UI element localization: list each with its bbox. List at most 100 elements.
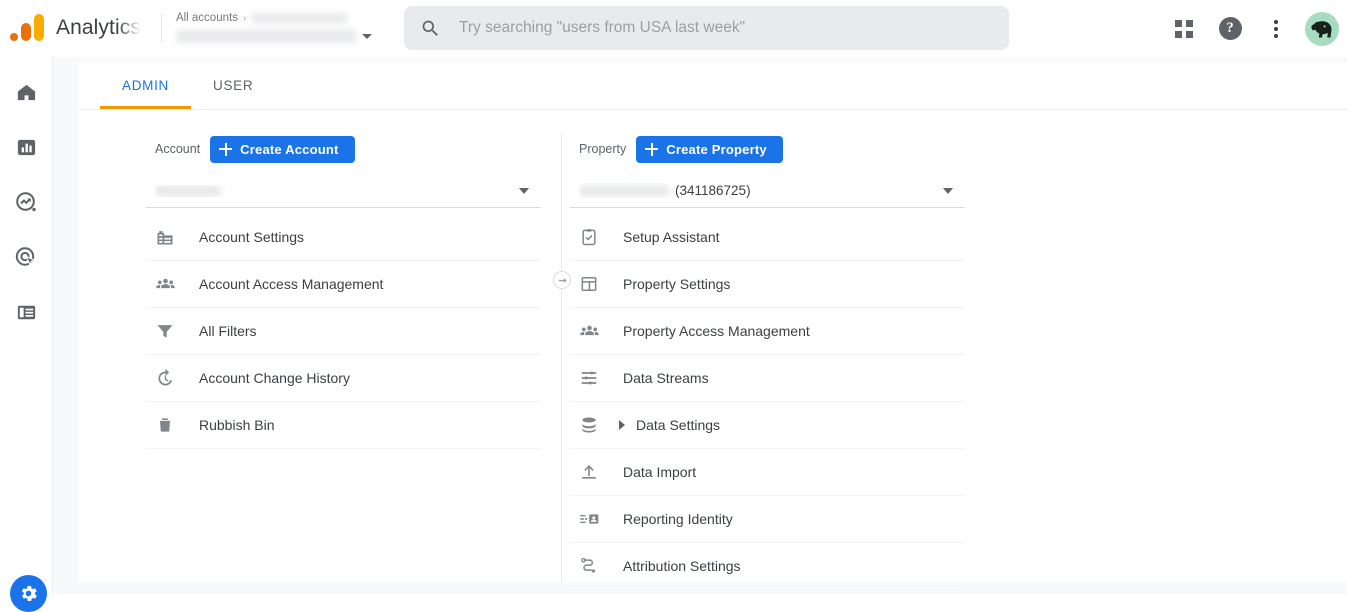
sidebar-item-home[interactable] [11,77,41,107]
menu-label: All Filters [199,323,257,339]
property-menu: Setup Assistant Property Settings [570,214,965,590]
chevron-down-icon[interactable] [362,34,372,39]
attribution-path-icon [579,554,605,578]
menu-label: Property Access Management [623,323,810,339]
sidebar-item-explore[interactable] [11,187,41,217]
menu-label: Data Settings [636,417,720,433]
left-nav-rail [0,57,53,594]
menu-label: Attribution Settings [623,558,741,574]
sidebar-item-advertising[interactable] [11,242,41,272]
database-stack-icon [579,413,605,437]
menu-label: Property Settings [623,276,730,292]
people-group-icon [155,272,181,296]
people-group-icon [579,319,605,343]
plus-icon [219,143,232,156]
menu-item-all-filters[interactable]: All Filters [146,308,541,355]
sidebar-item-reports[interactable] [11,132,41,162]
account-name-redacted [155,185,221,197]
expand-triangle-icon[interactable] [619,420,625,430]
search-icon [420,18,441,39]
library-list-icon [15,301,38,324]
menu-item-reporting-identity[interactable]: Reporting Identity [570,496,965,543]
arrow-right-icon [557,275,568,286]
apps-grid-icon[interactable] [1163,8,1205,50]
account-selector[interactable] [146,174,541,208]
search-bar[interactable] [404,6,1009,50]
menu-label: Reporting Identity [623,511,733,527]
property-selector-value: (341186725) [675,183,751,198]
property-selector[interactable]: (341186725) [570,174,965,208]
reports-bar-chart-icon [15,136,38,159]
layout-panel-icon [579,272,605,296]
admin-tabs: ADMIN USER [78,62,1347,110]
top-bar: Analytics All accounts › ? [0,0,1347,57]
create-property-label: Create Property [666,142,767,157]
menu-item-property-settings[interactable]: Property Settings [570,261,965,308]
property-name-redacted [579,185,669,197]
main-content: ADMIN USER Account Create Account [53,57,1347,594]
property-column-header: Property Create Property [570,132,965,166]
plus-icon [645,143,658,156]
menu-item-data-import[interactable]: Data Import [570,449,965,496]
property-label: Property [579,142,626,156]
menu-item-data-settings[interactable]: Data Settings [570,402,965,449]
trash-bin-icon [155,413,181,437]
account-label: Account [155,142,200,156]
avatar[interactable] [1305,12,1339,46]
help-question-glyph: ? [1219,17,1242,40]
menu-label: Account Change History [199,370,350,386]
menu-item-data-streams[interactable]: Data Streams [570,355,965,402]
expand-columns-button[interactable] [553,271,571,289]
breadcrumb-account-redacted [251,13,347,23]
account-column: Account Create Account [146,110,541,449]
menu-label: Setup Assistant [623,229,720,245]
admin-columns: Account Create Account [78,110,1347,583]
property-column: Property Create Property (341186725) [570,110,965,590]
breadcrumb-separator: › [243,13,246,24]
dropdown-caret-icon[interactable] [519,188,529,194]
create-property-button[interactable]: Create Property [636,136,783,163]
menu-label: Rubbish Bin [199,417,275,433]
account-menu: Account Settings Account [146,214,541,449]
menu-item-rubbish-bin[interactable]: Rubbish Bin [146,402,541,449]
more-options-icon[interactable] [1255,8,1297,50]
menu-label: Data Streams [623,370,709,386]
funnel-icon [155,319,181,343]
column-divider [561,132,562,583]
sidebar-item-library[interactable] [11,297,41,327]
home-icon [15,81,38,104]
explore-trending-icon [14,190,38,214]
menu-item-setup-assistant[interactable]: Setup Assistant [570,214,965,261]
help-icon[interactable]: ? [1209,8,1251,50]
search-input[interactable] [459,19,989,37]
menu-label: Account Settings [199,229,304,245]
clipboard-check-icon [579,225,605,249]
tab-user[interactable]: USER [191,62,275,109]
menu-item-account-settings[interactable]: Account Settings [146,214,541,261]
reporting-identity-icon [579,507,605,531]
menu-item-property-access-management[interactable]: Property Access Management [570,308,965,355]
analytics-logo-icon[interactable] [10,13,48,43]
menu-item-account-change-history[interactable]: Account Change History [146,355,541,402]
data-streams-icon [579,366,605,390]
tab-admin[interactable]: ADMIN [100,62,191,109]
breadcrumb-property-redacted [176,30,356,43]
menu-label: Account Access Management [199,276,383,292]
create-account-label: Create Account [240,142,338,157]
admin-card: ADMIN USER Account Create Account [78,62,1347,583]
breadcrumb-all-accounts[interactable]: All accounts [176,12,238,24]
elephant-avatar-icon [1309,19,1335,39]
brand-title: Analytics [56,16,141,40]
breadcrumb[interactable]: All accounts › [176,11,386,45]
advertising-target-icon [14,245,38,269]
create-account-button[interactable]: Create Account [210,136,354,163]
header-divider [161,13,162,43]
upload-icon [579,460,605,484]
menu-label: Data Import [623,464,696,480]
top-actions: ? [1163,0,1339,57]
building-icon [155,225,181,249]
account-column-header: Account Create Account [146,132,541,166]
menu-item-attribution-settings[interactable]: Attribution Settings [570,543,965,590]
menu-item-account-access-management[interactable]: Account Access Management [146,261,541,308]
dropdown-caret-icon[interactable] [943,188,953,194]
